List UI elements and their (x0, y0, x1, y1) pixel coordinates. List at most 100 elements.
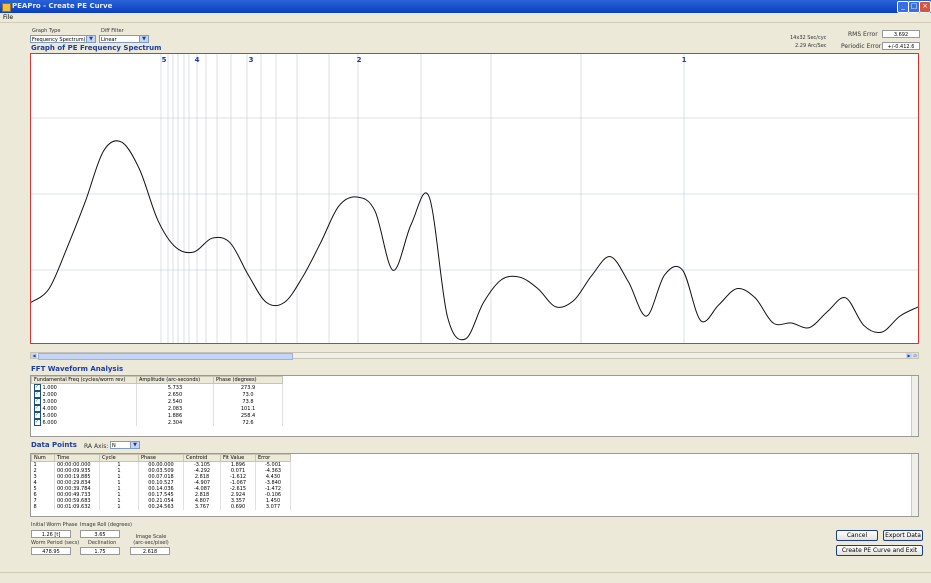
graph-type-select[interactable]: Frequency Spectrum(sec ▼ (30, 35, 96, 43)
dp-cell-error: 3.077 (255, 504, 291, 510)
fft-cell-amp: 2.304 (136, 419, 214, 426)
initial-worm-phase-label: Initial Worm Phase (31, 522, 78, 528)
fft-row[interactable]: ✓ 1.000 5.733 273.9 (31, 383, 283, 391)
harmonic-marker-label: 3 (249, 56, 254, 64)
pe-frequency-chart: 5 4 3 2 1 (30, 53, 919, 344)
graph-type-label: Graph Type (32, 28, 61, 34)
fft-cell-amp: 2.083 (136, 405, 214, 412)
status-bar (0, 572, 931, 583)
dp-col-phase[interactable]: Phase (138, 454, 184, 462)
dp-cell-cycle: 1 (99, 504, 139, 510)
fft-cell-amp: 5.733 (136, 383, 214, 391)
dp-col-fit[interactable]: Fit Value (220, 454, 256, 462)
fft-row-checkbox[interactable]: ✓ (33, 419, 41, 426)
fft-freq-text: 6.000 (42, 420, 57, 426)
scroll-thumb[interactable] (38, 353, 293, 360)
dp-col-num[interactable]: Num (31, 454, 55, 462)
table-row[interactable]: 8 00:01:09.632 1 00.24.563 3.767 0.690 3.077 (31, 504, 291, 510)
image-scale-value: 2.618 (130, 547, 170, 555)
periodic-error-value: +/-0.412.6 (882, 42, 920, 50)
fft-row-checkbox[interactable]: ✓ (33, 405, 41, 412)
fft-cell-freq: ✓ 3.000 (31, 398, 137, 405)
fft-section-title: FFT Waveform Analysis (31, 365, 124, 373)
data-points-title: Data Points (31, 441, 77, 449)
fft-cell-phase: 72.6 (213, 419, 283, 426)
fft-col-amp[interactable]: Amplitude (arc-seconds) (136, 376, 214, 384)
fft-row-checkbox[interactable]: ✓ (33, 398, 41, 405)
dp-col-time[interactable]: Time (54, 454, 100, 462)
image-scale-label: Image Scale (arc-sec/pixel) (133, 534, 169, 546)
fft-table: Fundamental Freq (cycles/worm rev) Ampli… (31, 376, 283, 426)
fft-cell-phase: 73.0 (213, 391, 283, 398)
rms-error-label: RMS Error (848, 31, 878, 38)
declination-value: 1.75 (80, 547, 120, 555)
dp-cell-phase: 00.24.563 (138, 504, 184, 510)
data-points-vertical-scrollbar[interactable] (911, 454, 918, 516)
cancel-button[interactable]: Cancel (836, 530, 878, 541)
app-icon (2, 3, 11, 12)
ra-axis-label: RA Axis: (84, 443, 109, 450)
dp-cell-fit: 0.690 (220, 504, 256, 510)
close-button[interactable]: × (919, 1, 931, 13)
fft-col-freq[interactable]: Fundamental Freq (cycles/worm rev) (31, 376, 137, 384)
harmonic-marker-label: 1 (682, 56, 687, 64)
chevron-down-icon[interactable]: ▼ (86, 36, 95, 42)
fft-col-phase[interactable]: Phase (degrees) (213, 376, 283, 384)
harmonic-marker-label: 5 (162, 56, 167, 64)
data-points-table: Num Time Cycle Phase Centroid Fit Value … (31, 454, 291, 510)
cycle-info-line1: 14x32 Sec/cyc (790, 35, 827, 41)
fft-row-checkbox[interactable]: ✓ (33, 391, 41, 398)
dp-col-centroid[interactable]: Centroid (183, 454, 221, 462)
cycle-info-line2: 2.29 Arc/Sec (795, 43, 827, 49)
menu-file[interactable]: File (3, 14, 13, 21)
worm-period-value: 478.95 (31, 547, 71, 555)
fft-row[interactable]: ✓ 6.000 2.304 72.6 (31, 419, 283, 426)
chevron-down-icon[interactable]: ▼ (130, 442, 139, 448)
fft-cell-phase: 101.1 (213, 405, 283, 412)
declination-label: Declination (88, 540, 117, 546)
export-data-button[interactable]: Export Data (883, 530, 923, 541)
scroll-left-icon[interactable]: ◀ (31, 353, 37, 358)
fft-row[interactable]: ✓ 5.000 1.886 258.4 (31, 412, 283, 419)
graph-type-value: Frequency Spectrum(sec (32, 37, 95, 43)
chart-horizontal-scrollbar[interactable]: ◀ ▶ ⊡ (30, 352, 919, 360)
chevron-down-icon[interactable]: ▼ (139, 36, 148, 42)
image-roll-value: 3.65 (80, 530, 120, 538)
zoom-icon[interactable]: ⊡ (912, 353, 918, 358)
rms-error-value: 3.692 (882, 30, 920, 38)
dp-cell-num: 8 (31, 504, 55, 510)
fft-vertical-scrollbar[interactable] (911, 376, 918, 436)
fft-row[interactable]: ✓ 4.000 2.083 101.1 (31, 405, 283, 412)
menu-bar: File (0, 13, 931, 23)
fft-row[interactable]: ✓ 3.000 2.540 73.8 (31, 398, 283, 405)
harmonic-marker-label: 4 (195, 56, 200, 64)
fft-cell-phase: 258.4 (213, 412, 283, 419)
fft-cell-freq: ✓ 1.000 (31, 383, 137, 391)
fft-row-checkbox[interactable]: ✓ (33, 384, 41, 391)
dp-col-error[interactable]: Error (255, 454, 291, 462)
fft-cell-amp: 1.886 (136, 412, 214, 419)
fft-cell-phase: 273.9 (213, 383, 283, 391)
ra-axis-select[interactable]: N ▼ (110, 441, 140, 449)
fft-cell-freq: ✓ 2.000 (31, 391, 137, 398)
diff-filter-select[interactable]: Linear ▼ (99, 35, 149, 43)
image-roll-label: Image Roll (degrees) (80, 522, 132, 528)
diff-filter-label: Diff Filter (101, 28, 124, 34)
fft-table-container: Fundamental Freq (cycles/worm rev) Ampli… (30, 375, 919, 437)
title-bar: PEAPro - Create PE Curve _ □ × (0, 0, 931, 13)
dp-col-cycle[interactable]: Cycle (99, 454, 139, 462)
fft-row[interactable]: ✓ 2.000 2.650 73.0 (31, 391, 283, 398)
fft-cell-freq: ✓ 4.000 (31, 405, 137, 412)
chart-svg: 5 4 3 2 1 (30, 54, 919, 343)
dp-cell-centroid: 3.767 (183, 504, 221, 510)
fft-row-checkbox[interactable]: ✓ (33, 412, 41, 419)
create-pe-curve-button[interactable]: Create PE Curve and Exit (836, 545, 923, 556)
fft-cell-freq: ✓ 5.000 (31, 412, 137, 419)
fft-cell-phase: 73.8 (213, 398, 283, 405)
periodic-error-label: Periodic Error (841, 43, 882, 50)
window-title: PEAPro - Create PE Curve (12, 2, 113, 10)
fft-cell-freq: ✓ 6.000 (31, 419, 137, 426)
fft-cell-amp: 2.540 (136, 398, 214, 405)
data-points-table-container: Num Time Cycle Phase Centroid Fit Value … (30, 453, 919, 517)
initial-worm-phase-value: 1.26 [t] (31, 530, 71, 538)
